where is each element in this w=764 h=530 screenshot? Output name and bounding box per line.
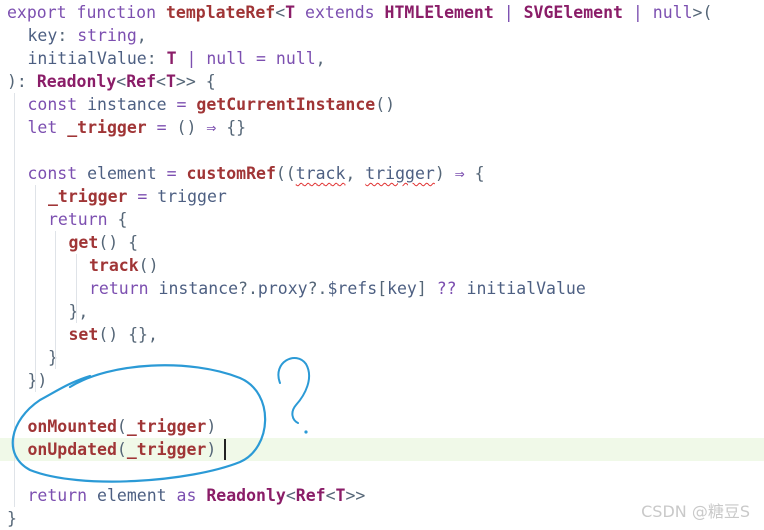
annotation-overlay	[11, 357, 311, 483]
annotation-circle	[11, 364, 267, 483]
annotation-question-dot	[304, 430, 308, 434]
watermark: CSDN @糖豆S	[641, 502, 750, 521]
annotation-question-curve	[277, 357, 311, 424]
